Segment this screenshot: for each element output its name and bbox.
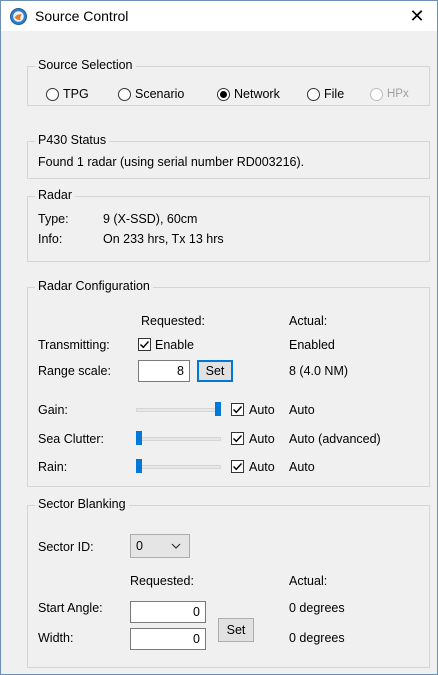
title-bar[interactable]: Source Control ✕ bbox=[1, 1, 437, 31]
sector-requested-header: Requested: bbox=[130, 574, 194, 588]
radio-scenario-label[interactable]: Scenario bbox=[135, 87, 184, 101]
sector-set-button[interactable]: Set bbox=[218, 618, 254, 642]
requested-header: Requested: bbox=[141, 314, 205, 328]
gain-slider-thumb[interactable] bbox=[215, 402, 221, 416]
source-control-window: Source Control ✕ Source Selection TPG Sc… bbox=[0, 0, 438, 675]
sector-blanking-label: Sector Blanking bbox=[35, 497, 129, 511]
gain-actual: Auto bbox=[289, 403, 315, 417]
gain-auto-label[interactable]: Auto bbox=[249, 403, 275, 417]
status-message: Found 1 radar (using serial number RD003… bbox=[38, 155, 305, 169]
checkmark-icon bbox=[233, 435, 243, 443]
radio-file-label[interactable]: File bbox=[324, 87, 344, 101]
sea-clutter-slider-thumb[interactable] bbox=[136, 431, 142, 445]
radar-info-label: Info: bbox=[38, 232, 63, 246]
sector-id-label: Sector ID: bbox=[38, 540, 94, 554]
source-selection-label: Source Selection bbox=[35, 58, 136, 72]
rain-label: Rain: bbox=[38, 460, 68, 474]
radio-scenario[interactable] bbox=[118, 88, 131, 101]
sea-clutter-slider-track[interactable] bbox=[136, 437, 221, 441]
radar-configuration-group: Radar Configuration bbox=[27, 279, 430, 487]
radio-file[interactable] bbox=[307, 88, 320, 101]
radio-network[interactable] bbox=[217, 88, 230, 101]
radio-hpx bbox=[370, 88, 383, 101]
sea-clutter-label: Sea Clutter: bbox=[38, 432, 105, 446]
radar-group: Radar bbox=[27, 188, 430, 262]
gain-slider-track[interactable] bbox=[136, 408, 221, 412]
enable-checkbox[interactable] bbox=[138, 338, 151, 351]
radio-hpx-label: HPx bbox=[387, 88, 409, 100]
checkmark-icon bbox=[233, 406, 243, 414]
sector-id-dropdown[interactable]: 0 bbox=[130, 534, 190, 558]
transmitting-label: Transmitting: bbox=[38, 338, 110, 352]
radio-tpg-label[interactable]: TPG bbox=[63, 87, 89, 101]
sea-clutter-actual: Auto (advanced) bbox=[289, 432, 381, 446]
radio-network-label[interactable]: Network bbox=[234, 87, 280, 101]
start-angle-label: Start Angle: bbox=[38, 601, 103, 615]
transmitting-actual: Enabled bbox=[289, 338, 335, 352]
close-icon: ✕ bbox=[409, 6, 425, 26]
width-label: Width: bbox=[38, 631, 74, 645]
radio-tpg[interactable] bbox=[46, 88, 59, 101]
enable-checkbox-label[interactable]: Enable bbox=[155, 338, 194, 352]
radar-group-label: Radar bbox=[35, 188, 76, 202]
rain-auto-label[interactable]: Auto bbox=[249, 460, 275, 474]
sea-clutter-auto-checkbox[interactable] bbox=[231, 432, 244, 445]
checkmark-icon bbox=[233, 463, 243, 471]
range-scale-actual: 8 (4.0 NM) bbox=[289, 364, 349, 378]
status-group-label: P430 Status bbox=[35, 133, 110, 147]
sector-actual-header: Actual: bbox=[289, 574, 328, 588]
gain-label: Gain: bbox=[38, 403, 68, 417]
gain-auto-checkbox[interactable] bbox=[231, 403, 244, 416]
rain-slider-thumb[interactable] bbox=[136, 459, 142, 473]
width-input[interactable]: 0 bbox=[130, 628, 206, 650]
range-scale-input[interactable]: 8 bbox=[138, 360, 190, 382]
sector-blanking-group: Sector Blanking bbox=[27, 497, 430, 668]
rain-slider-track[interactable] bbox=[136, 465, 221, 469]
width-actual: 0 degrees bbox=[289, 631, 345, 645]
chevron-down-icon bbox=[171, 543, 181, 549]
actual-header: Actual: bbox=[289, 314, 328, 328]
rain-actual: Auto bbox=[289, 460, 315, 474]
window-title: Source Control bbox=[35, 8, 129, 24]
radar-type-value: 9 (X-SSD), 60cm bbox=[103, 212, 198, 226]
range-scale-label: Range scale: bbox=[38, 364, 111, 378]
radar-configuration-label: Radar Configuration bbox=[35, 279, 153, 293]
rain-auto-checkbox[interactable] bbox=[231, 460, 244, 473]
radar-type-label: Type: bbox=[38, 212, 69, 226]
checkmark-icon bbox=[140, 341, 150, 349]
start-angle-input[interactable]: 0 bbox=[130, 601, 206, 623]
radar-info-value: On 233 hrs, Tx 13 hrs bbox=[103, 232, 224, 246]
sector-id-value: 0 bbox=[136, 539, 143, 553]
range-set-button[interactable]: Set bbox=[197, 360, 233, 382]
globe-icon bbox=[10, 8, 27, 25]
close-button[interactable]: ✕ bbox=[397, 1, 437, 31]
sea-clutter-auto-label[interactable]: Auto bbox=[249, 432, 275, 446]
start-angle-actual: 0 degrees bbox=[289, 601, 345, 615]
